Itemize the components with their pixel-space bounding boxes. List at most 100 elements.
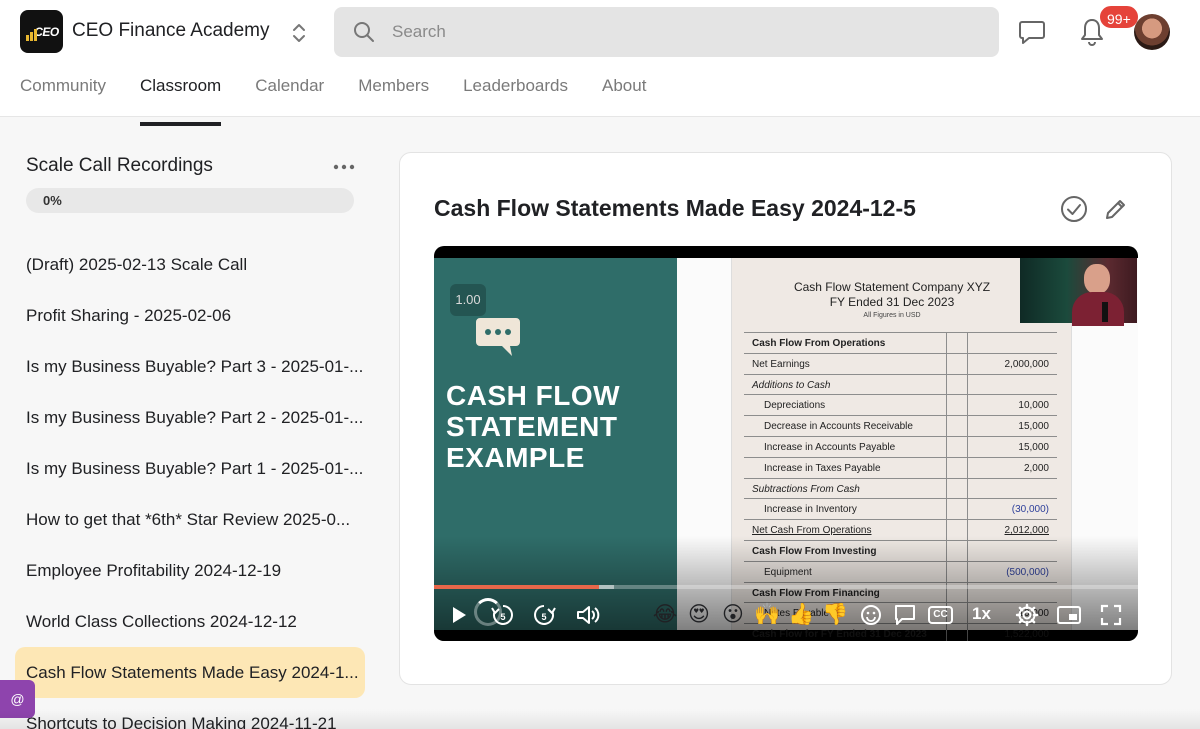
- fullscreen-icon: [1100, 604, 1122, 626]
- sheet-row: Increase in Taxes Payable 2,000: [744, 458, 1057, 479]
- raised-hands-emoji[interactable]: 🙌: [754, 602, 780, 628]
- tab-about[interactable]: About: [602, 66, 646, 116]
- heart-eyes-emoji[interactable]: 😍: [686, 602, 712, 628]
- lesson-title: Cash Flow Statements Made Easy 2024-12-5: [434, 195, 916, 221]
- lesson-item[interactable]: Profit Sharing - 2025-02-06: [15, 290, 365, 341]
- rewind-button[interactable]: 5: [490, 600, 516, 630]
- lesson-item[interactable]: World Class Collections 2024-12-12: [15, 596, 365, 647]
- rewind-icon: 5: [491, 605, 513, 625]
- course-title: Scale Call Recordings: [26, 155, 213, 176]
- nav-tabs: Community Classroom Calendar Members Leaderb…: [20, 66, 646, 126]
- lesson-list: (Draft) 2025-02-13 Scale Call Profit Shar…: [15, 239, 365, 729]
- sheet-row-label: Cash Flow From Operations: [752, 338, 886, 349]
- sheet-row-value: 2,000,000: [1004, 358, 1050, 370]
- thumbs-down-emoji[interactable]: 👎: [822, 602, 848, 628]
- lesson-item[interactable]: Employee Profitability 2024-12-19: [15, 545, 365, 596]
- microphone-icon: [1102, 302, 1108, 322]
- sheet-row-value: 15,000: [1018, 421, 1049, 433]
- course-progress-bar: 0%: [26, 188, 354, 213]
- video-player[interactable]: 1.00 CASH FLOW STATEMENT EXAMPLE Cash Fl…: [434, 246, 1138, 641]
- sheet-row-label: Subtractions From Cash: [752, 483, 860, 495]
- search-input[interactable]: [392, 7, 982, 57]
- sheet-row: Increase in Inventory (30,000): [744, 499, 1057, 521]
- sheet-title-line1: Cash Flow Statement Company XYZ: [793, 280, 991, 294]
- tab-leaderboards[interactable]: Leaderboards: [463, 66, 568, 116]
- sheet-row: Additions to Cash: [744, 375, 1057, 396]
- speed-overlay: 1.00: [450, 284, 486, 316]
- mark-complete-icon[interactable]: [1060, 195, 1088, 223]
- top-bar: CEO CEO Finance Academy 99+ Community Cla…: [0, 0, 1200, 126]
- sheet-subtitle: All Figures in USD: [863, 312, 921, 319]
- presenter-body: [1072, 292, 1124, 326]
- presenter-head: [1084, 264, 1110, 294]
- volume-button[interactable]: [575, 600, 601, 630]
- sheet-row: Cash Flow From Operations: [744, 333, 1057, 354]
- gear-icon: [1015, 603, 1039, 627]
- volume-icon: [577, 606, 600, 624]
- sheet-row: Increase in Accounts Payable 15,000: [744, 437, 1057, 458]
- video-progress-track[interactable]: [434, 585, 1138, 589]
- speech-bubble-icon: [476, 318, 520, 356]
- tab-members[interactable]: Members: [358, 66, 429, 116]
- chat-icon[interactable]: [1018, 19, 1046, 45]
- chevron-up-down-icon[interactable]: [289, 20, 309, 46]
- sheet-title-line2: FY Ended 31 Dec 2023: [829, 295, 955, 309]
- picture-in-picture-button[interactable]: [1056, 600, 1082, 630]
- search-icon: [354, 22, 374, 42]
- sheet-row-value: 2,012,000: [1004, 525, 1050, 537]
- notification-badge[interactable]: 99+: [1098, 4, 1140, 30]
- video-played-bar: [434, 585, 600, 589]
- thumbs-up-emoji[interactable]: 👍: [788, 602, 814, 628]
- more-options-icon[interactable]: [333, 163, 355, 171]
- course-sidebar: Scale Call Recordings 0% (Draft) 2025-02…: [0, 117, 380, 729]
- playback-speed-button[interactable]: 1x: [972, 604, 991, 624]
- sheet-row-label: Increase in Taxes Payable: [764, 462, 881, 474]
- app-name[interactable]: CEO Finance Academy: [72, 20, 269, 42]
- lesson-card: Cash Flow Statements Made Easy 2024-12-5…: [399, 152, 1172, 685]
- lesson-item-active[interactable]: Cash Flow Statements Made Easy 2024-1...: [15, 647, 365, 698]
- sheet-row: Subtractions From Cash: [744, 479, 1057, 500]
- logo-bars-icon: [26, 29, 37, 41]
- settings-button[interactable]: [1014, 600, 1040, 630]
- sheet-row-label: Net Earnings: [752, 358, 810, 370]
- pip-icon: [1057, 606, 1081, 624]
- fullscreen-button[interactable]: [1099, 600, 1123, 630]
- surprised-emoji[interactable]: 😮: [720, 602, 746, 628]
- sheet-row-value: 10,000: [1018, 400, 1049, 412]
- sheet-row-label: Decrease in Accounts Receivable: [764, 421, 913, 433]
- slide-heading: CASH FLOW STATEMENT EXAMPLE: [446, 380, 621, 473]
- play-button[interactable]: [450, 600, 468, 630]
- play-icon: [453, 607, 466, 623]
- lesson-item[interactable]: Is my Business Buyable? Part 1 - 2025-01…: [15, 443, 365, 494]
- logo-text: CEO: [34, 24, 59, 39]
- comment-icon: [895, 605, 915, 625]
- sheet-row-value: (30,000): [1011, 504, 1049, 516]
- app-logo[interactable]: CEO: [20, 10, 63, 53]
- lesson-item[interactable]: How to get that *6th* Star Review 2025-0…: [15, 494, 365, 545]
- edit-pencil-icon[interactable]: [1103, 196, 1129, 222]
- forward-icon: 5: [534, 605, 556, 625]
- tab-community[interactable]: Community: [20, 66, 106, 116]
- comment-button[interactable]: [892, 600, 918, 630]
- lesson-item[interactable]: (Draft) 2025-02-13 Scale Call: [15, 239, 365, 290]
- sheet-row-label: Net Cash From Operations: [752, 525, 872, 537]
- avatar[interactable]: [1134, 14, 1170, 50]
- sheet-row-label: Increase in Accounts Payable: [764, 441, 896, 453]
- emoji-picker-button[interactable]: [859, 600, 885, 630]
- presenter-webcam: [1020, 258, 1137, 326]
- sheet-row-label: Depreciations: [764, 400, 826, 412]
- laughing-emoji[interactable]: 😂: [652, 602, 678, 628]
- lesson-item[interactable]: Is my Business Buyable? Part 2 - 2025-01…: [15, 392, 365, 443]
- sheet-row: Depreciations 10,000: [744, 395, 1057, 417]
- search-bar: [334, 7, 999, 57]
- lesson-item[interactable]: Is my Business Buyable? Part 3 - 2025-01…: [15, 341, 365, 392]
- sheet-row-label: Increase in Inventory: [764, 504, 857, 516]
- forward-button[interactable]: 5: [531, 600, 557, 630]
- rewind-seconds: 5: [500, 612, 505, 622]
- sheet-row-value: 15,000: [1018, 441, 1049, 453]
- captions-button[interactable]: CC: [928, 606, 953, 624]
- tab-calendar[interactable]: Calendar: [255, 66, 324, 116]
- tab-classroom[interactable]: Classroom: [139, 66, 222, 126]
- forward-seconds: 5: [541, 612, 546, 622]
- smiley-add-icon: [861, 605, 881, 625]
